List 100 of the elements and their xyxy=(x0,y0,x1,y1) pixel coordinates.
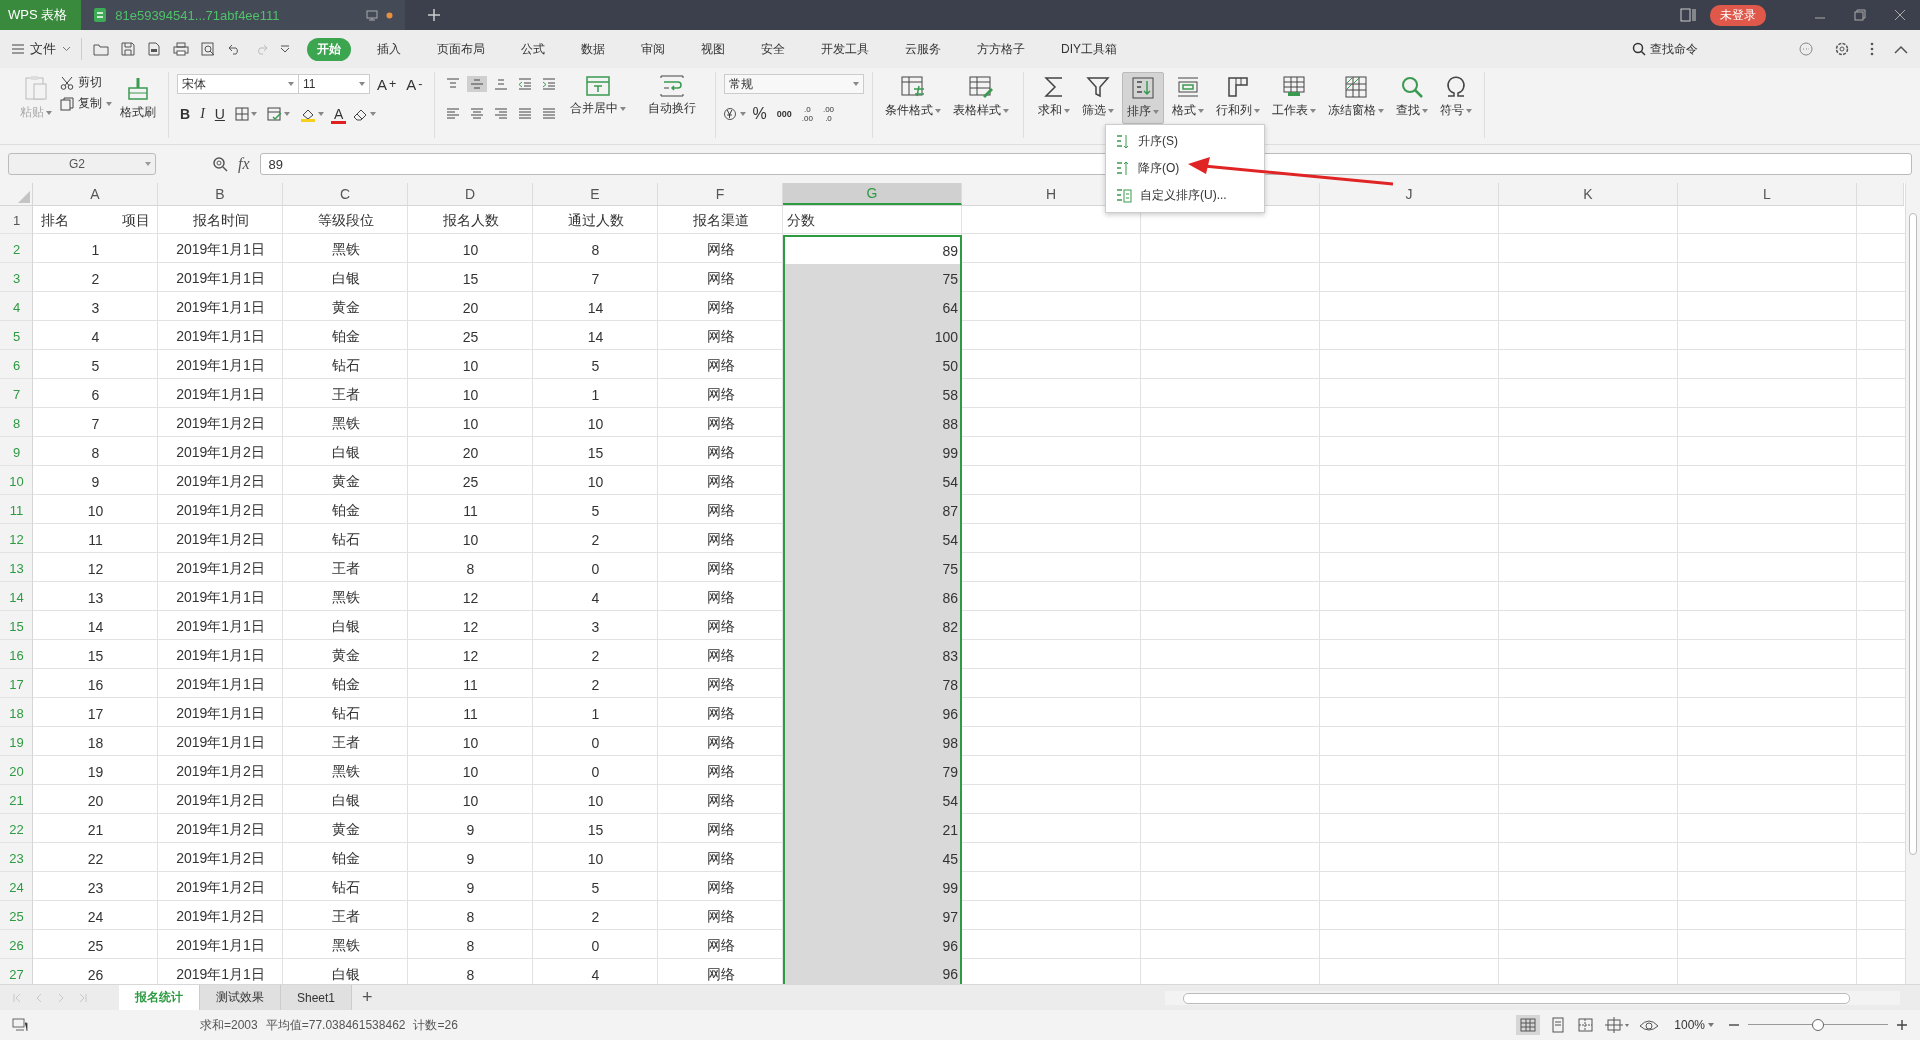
menu-tab[interactable]: 视图 xyxy=(691,37,735,61)
toolbar-button[interactable]: 行和列 xyxy=(1211,72,1264,122)
font-style-button[interactable]: B xyxy=(177,104,194,124)
decimal-button[interactable]: .0 .00 xyxy=(798,103,816,125)
slider-thumb[interactable] xyxy=(1812,1019,1824,1031)
column-header[interactable]: B xyxy=(158,183,283,205)
font-field[interactable]: 宋体 xyxy=(177,74,299,94)
table-cell: 13 xyxy=(87,589,104,606)
login-button[interactable]: 未登录 xyxy=(1710,4,1766,26)
sort-button[interactable]: 排序 xyxy=(1121,72,1164,124)
layout-icon[interactable] xyxy=(1680,8,1696,22)
collapse-icon[interactable] xyxy=(1894,44,1908,54)
thousands-button[interactable]: 000 xyxy=(773,107,795,121)
toolbar-button[interactable]: 求和 xyxy=(1033,72,1074,122)
font-color-button[interactable]: A xyxy=(330,104,347,124)
vertical-scrollbar[interactable] xyxy=(1905,183,1920,984)
app-tab[interactable]: WPS 表格 xyxy=(0,0,82,30)
toolbar-button[interactable]: 查找 xyxy=(1391,72,1432,122)
menu-tab[interactable]: 开发工具 xyxy=(811,37,879,61)
decimal-button[interactable]: .00 .0 xyxy=(819,103,838,125)
menu-tab[interactable]: 审阅 xyxy=(631,37,675,61)
name-box[interactable]: G2 xyxy=(8,153,156,175)
table-cell: 黑铁 xyxy=(331,762,360,781)
menu-tab[interactable]: 插入 xyxy=(367,37,411,61)
menu-tab[interactable]: 数据 xyxy=(571,37,615,61)
restore-icon[interactable] xyxy=(1854,9,1866,21)
print-icon[interactable] xyxy=(173,42,189,56)
table-cell: 15 xyxy=(87,647,104,664)
menu-tab[interactable]: 公式 xyxy=(511,37,555,61)
font-style-button[interactable]: U xyxy=(211,104,228,124)
close-icon[interactable] xyxy=(1894,9,1906,21)
merge-center-button[interactable]: 合并居中 xyxy=(562,72,633,120)
table-cell: 14 xyxy=(87,618,104,635)
toolbar-button[interactable]: 筛选 xyxy=(1077,72,1118,122)
table-cell: 17 xyxy=(87,705,104,722)
add-sheet-button[interactable]: + xyxy=(352,987,383,1008)
align-middle-button[interactable] xyxy=(466,76,487,92)
menu-tab[interactable]: 方方格子 xyxy=(967,37,1035,61)
crosshair-icon[interactable] xyxy=(1604,1015,1631,1035)
settings-icon[interactable] xyxy=(1834,41,1850,57)
column-header[interactable]: D xyxy=(408,183,533,205)
table-cell: 99 xyxy=(783,438,962,467)
menu-tab[interactable]: 页面布局 xyxy=(427,37,495,61)
menu-item[interactable]: 升序(S) xyxy=(1106,128,1264,155)
caret-icon xyxy=(359,82,365,86)
print-preview-icon[interactable] xyxy=(201,41,216,57)
file-menu[interactable]: 文件 xyxy=(12,40,71,58)
font-size-field[interactable]: 11 xyxy=(298,74,370,94)
copy-button[interactable]: 复制 xyxy=(60,95,112,112)
pdf-icon[interactable] xyxy=(147,42,161,56)
column-header[interactable]: E xyxy=(533,183,658,205)
table-cell: 54 xyxy=(783,467,962,496)
font-style-button[interactable]: I xyxy=(197,104,208,124)
sheet-tab[interactable]: 报名统计 xyxy=(119,985,200,1010)
toolbar-button[interactable]: 表格样式 xyxy=(948,72,1013,122)
column-header[interactable]: C xyxy=(283,183,408,205)
table-cell: 98 xyxy=(783,728,962,757)
search-command-button[interactable]: 查找命令 xyxy=(1632,40,1698,58)
function-button[interactable]: fx xyxy=(238,155,250,173)
column-header[interactable]: K xyxy=(1499,183,1678,205)
new-tab-icon[interactable] xyxy=(427,8,442,22)
justify-icon xyxy=(517,108,532,120)
table-cell: 12 xyxy=(462,618,479,635)
wrap-text-button[interactable]: 自动换行 xyxy=(636,72,707,120)
caret-icon xyxy=(1197,108,1204,113)
sheet-tab[interactable]: 测试效果 xyxy=(200,985,281,1010)
column-header[interactable]: L xyxy=(1678,183,1857,205)
sheet-tab[interactable]: Sheet1 xyxy=(281,985,353,1010)
dropdown-icon[interactable] xyxy=(280,45,290,53)
toolbar-button[interactable]: 符号 xyxy=(1435,72,1476,122)
toolbar-button[interactable]: 格式 xyxy=(1167,72,1208,122)
number-format-field[interactable]: 常规 xyxy=(723,74,864,94)
zoom-in-icon[interactable] xyxy=(1896,1019,1908,1031)
folder-icon[interactable] xyxy=(93,42,109,56)
toolbar-button[interactable]: 条件格式 xyxy=(880,72,945,122)
format-icon xyxy=(1175,75,1200,99)
toolbar-button[interactable]: 冻结窗格 xyxy=(1323,72,1388,122)
zoom-level-button[interactable]: 100% xyxy=(1674,1018,1714,1032)
menu-tab[interactable]: 云服务 xyxy=(895,37,951,61)
table-cell: 网络 xyxy=(706,965,735,984)
table-cell: 9 xyxy=(466,879,475,896)
horizontal-scrollbar[interactable] xyxy=(1165,990,1900,1005)
menu-tab[interactable]: DIY工具箱 xyxy=(1051,37,1127,61)
percent-button[interactable]: % xyxy=(749,103,770,125)
document-tab[interactable]: 81e59394541...71abf4ee111 xyxy=(81,0,406,30)
more-icon[interactable] xyxy=(1870,42,1874,56)
cut-button[interactable]: 剪切 xyxy=(60,74,112,91)
row-number[interactable]: 1 xyxy=(0,206,33,235)
status-icon[interactable] xyxy=(12,1018,28,1032)
save-icon[interactable] xyxy=(121,42,135,56)
format-painter-button[interactable]: 格式刷 xyxy=(116,72,160,124)
menu-tab[interactable]: 安全 xyxy=(751,37,795,61)
column-header[interactable]: A xyxy=(33,183,158,205)
zoom-slider[interactable] xyxy=(1748,1018,1888,1032)
toolbar-button[interactable]: 工作表 xyxy=(1267,72,1320,122)
normal-view-icon[interactable] xyxy=(1516,1015,1541,1035)
table-cell: 网络 xyxy=(706,936,735,955)
chat-icon[interactable] xyxy=(1798,41,1814,57)
zoom-icon[interactable] xyxy=(212,156,228,172)
column-header[interactable]: J xyxy=(1320,183,1499,205)
